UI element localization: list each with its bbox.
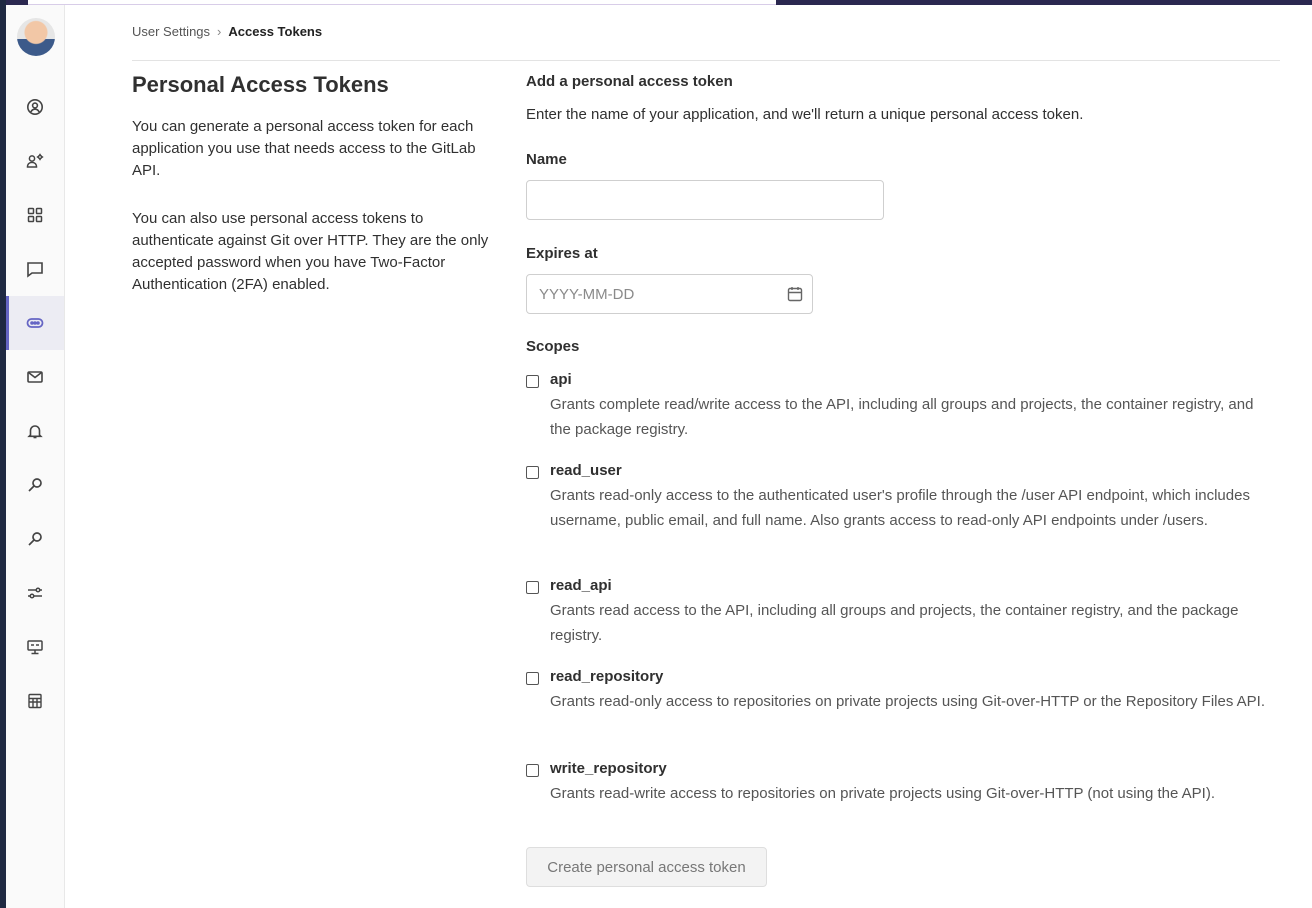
- sidebar-item-preferences[interactable]: [6, 566, 64, 620]
- form-description: Enter the name of your application, and …: [526, 106, 1084, 123]
- intro-paragraph-1: You can generate a personal access token…: [132, 118, 476, 179]
- sidebar-item-emails[interactable]: [6, 350, 64, 404]
- sidebar-item-gpg-keys[interactable]: [6, 512, 64, 566]
- active-sessions-icon: [27, 640, 43, 655]
- sidebar-item-ssh-keys[interactable]: [6, 458, 64, 512]
- scope-read-api-checkbox[interactable]: [526, 581, 539, 594]
- scope-write-repository-checkbox[interactable]: [526, 764, 539, 777]
- sidebar-item-authentication-log[interactable]: [6, 674, 64, 728]
- expires-at-input[interactable]: [526, 274, 813, 314]
- sidebar-item-applications[interactable]: [6, 188, 64, 242]
- scope-description: Grants read access to the API, including…: [550, 602, 1239, 644]
- sidebar-item-notifications[interactable]: [6, 404, 64, 458]
- page-title: Personal Access Tokens: [132, 72, 389, 97]
- sidebar-item-chat[interactable]: [6, 242, 64, 296]
- sidebar-item-account[interactable]: [6, 134, 64, 188]
- scope-name[interactable]: read_repository: [550, 668, 663, 685]
- breadcrumb-separator: ›: [217, 24, 222, 39]
- scope-name[interactable]: read_api: [550, 577, 612, 594]
- sidebar-item-active-sessions[interactable]: [6, 620, 64, 674]
- header-divider: [132, 60, 1280, 61]
- scope-name[interactable]: write_repository: [550, 760, 667, 777]
- emails-icon: [27, 371, 43, 383]
- form-title: Add a personal access token: [526, 73, 733, 90]
- sidebar-item-access-tokens[interactable]: [6, 296, 64, 350]
- scope-name[interactable]: api: [550, 371, 572, 388]
- scope-description: Grants complete read/write access to the…: [550, 396, 1254, 438]
- breadcrumb: User Settings › Access Tokens: [132, 24, 322, 39]
- preferences-icon: [28, 587, 42, 599]
- create-token-button[interactable]: Create personal access token: [526, 847, 767, 887]
- scope-description: Grants read-write access to repositories…: [550, 785, 1215, 802]
- sidebar-item-profile[interactable]: [6, 80, 64, 134]
- scopes-label: Scopes: [526, 338, 580, 355]
- top-bar-highlight: [28, 0, 776, 5]
- settings-sidebar: [6, 5, 65, 908]
- chat-icon: [27, 262, 43, 278]
- access-tokens-icon: [26, 318, 44, 328]
- scope-read-user-checkbox[interactable]: [526, 466, 539, 479]
- scope-description: Grants read-only access to the authentic…: [550, 487, 1250, 529]
- scope-description: Grants read-only access to repositories …: [550, 693, 1266, 710]
- account-icon: [26, 153, 44, 168]
- scope-name[interactable]: read_user: [550, 462, 622, 479]
- authentication-log-icon: [28, 693, 42, 709]
- avatar[interactable]: [17, 18, 55, 56]
- notifications-icon: [27, 425, 43, 439]
- intro-paragraph-2: You can also use personal access tokens …: [132, 210, 489, 293]
- scope-api-checkbox[interactable]: [526, 375, 539, 388]
- name-label: Name: [526, 151, 567, 168]
- expires-at-label: Expires at: [526, 245, 598, 262]
- gpg-keys-icon: [28, 532, 42, 546]
- calendar-icon[interactable]: [786, 285, 804, 303]
- scope-read-repository-checkbox[interactable]: [526, 672, 539, 685]
- name-input[interactable]: [526, 180, 884, 220]
- breadcrumb-parent-link[interactable]: User Settings: [132, 24, 210, 39]
- ssh-keys-icon: [28, 478, 42, 492]
- top-bar: [0, 0, 1312, 5]
- applications-icon: [27, 207, 43, 223]
- profile-icon: [27, 99, 43, 115]
- breadcrumb-current[interactable]: Access Tokens: [228, 24, 322, 39]
